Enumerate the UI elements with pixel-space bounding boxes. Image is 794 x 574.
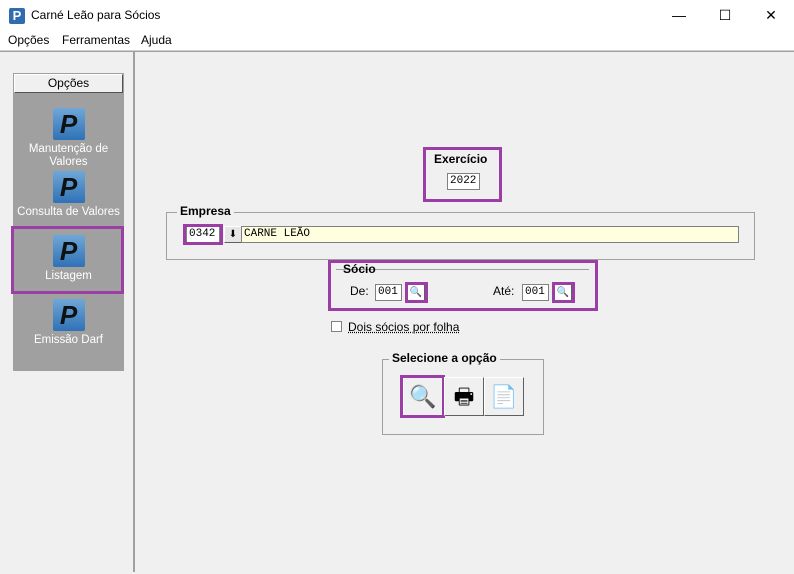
print-button[interactable]: 🖶 (444, 377, 484, 416)
document-export-icon: 📄 (490, 384, 518, 409)
title-bar: P Carné Leão para Sócios — ☐ ✕ (0, 0, 794, 30)
preview-highlight (400, 375, 445, 418)
sidebar-item-emissao-darf[interactable]: P Emissão Darf (13, 299, 124, 347)
sidebar-header: Opções (14, 74, 123, 93)
empresa-name-field: CARNE LEÃO (241, 226, 739, 243)
minimize-button[interactable]: — (656, 0, 702, 30)
empresa-lookup-button[interactable]: ⬇ (224, 226, 242, 243)
sidebar-item-manutencao[interactable]: P Manutenção de Valores (13, 108, 124, 169)
close-button[interactable]: ✕ (748, 0, 794, 30)
sidebar-item-label: Manutenção de Valores (28, 143, 109, 168)
socio-to-label: Até: (493, 284, 515, 298)
empresa-code-highlight (183, 224, 223, 245)
export-button[interactable]: 📄 (484, 377, 524, 416)
socio-from-input[interactable]: 001 (375, 284, 402, 301)
selection-highlight (11, 226, 124, 294)
dois-socios-checkbox[interactable] (331, 321, 342, 332)
socio-to-input[interactable]: 001 (522, 284, 549, 301)
socio-title: Sócio (343, 262, 376, 276)
dois-socios-label[interactable]: Dois sócios por folha (348, 320, 459, 334)
sidebar-item-label: Emissão Darf (33, 334, 104, 346)
menu-bar: Opções Ferramentas Ajuda (0, 30, 794, 51)
p-icon: P (52, 171, 85, 203)
menu-ferramentas[interactable]: Ferramentas (62, 33, 130, 47)
p-icon: P (52, 299, 85, 331)
app-icon: P (9, 8, 25, 24)
printer-icon: 🖶 (453, 384, 475, 409)
sidebar-item-consulta[interactable]: P Consulta de Valores (13, 171, 124, 219)
exercicio-title: Exercício (434, 152, 488, 166)
menu-ajuda[interactable]: Ajuda (141, 33, 172, 47)
empresa-title: Empresa (177, 204, 234, 218)
p-icon: P (52, 108, 85, 140)
menu-opcoes[interactable]: Opções (8, 33, 49, 47)
maximize-button[interactable]: ☐ (702, 0, 748, 30)
download-arrow-icon: ⬇ (228, 229, 238, 240)
selecione-title: Selecione a opção (389, 351, 500, 365)
window-title: Carné Leão para Sócios (31, 8, 161, 22)
exercicio-input[interactable]: 2022 (447, 173, 480, 190)
socio-from-search-highlight (405, 282, 428, 303)
socio-to-search-highlight (552, 282, 575, 303)
socio-from-label: De: (350, 284, 369, 298)
sidebar-item-label: Consulta de Valores (17, 206, 120, 218)
sidebar-options: Opções P Manutenção de Valores P Consult… (13, 73, 124, 371)
